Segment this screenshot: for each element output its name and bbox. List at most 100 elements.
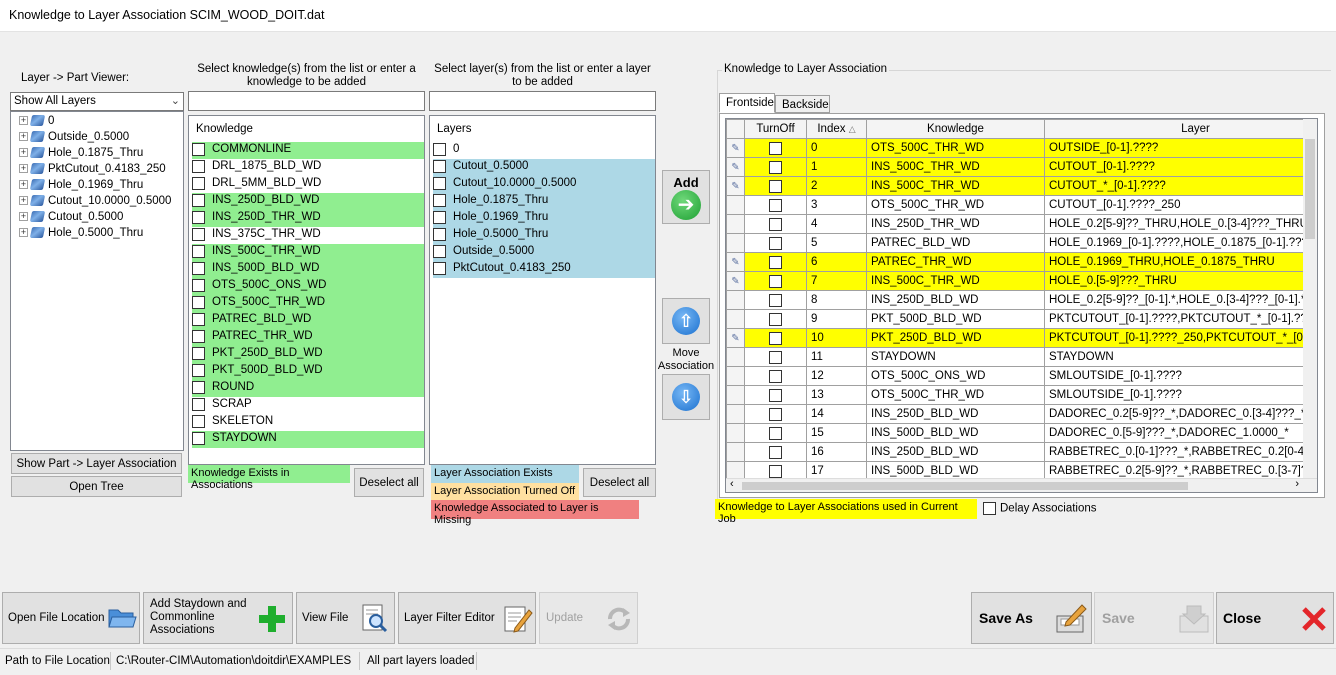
table-row[interactable]: 3 OTS_500C_THR_WD CUTOUT_[0-1].????_250 [726, 195, 1317, 215]
table-row[interactable]: 12 OTS_500C_ONS_WD SMLOUTSIDE_[0-1].???? [726, 366, 1317, 386]
list-item[interactable]: Hole_0.1875_Thru [433, 193, 655, 210]
turnoff-cell[interactable] [744, 252, 807, 272]
table-row[interactable]: 8 INS_250D_BLD_WD HOLE_0.2[5-9]??_[0-1].*,… [726, 290, 1317, 310]
table-row[interactable]: 5 PATREC_BLD_WD HOLE_0.1969_[0-1].????,HOL… [726, 233, 1317, 253]
list-item[interactable]: PKT_500D_BLD_WD [192, 363, 424, 380]
list-item[interactable]: OTS_500C_ONS_WD [192, 278, 424, 295]
item-checkbox[interactable] [433, 142, 446, 156]
list-item[interactable]: Outside_0.5000 [433, 244, 655, 261]
list-item[interactable]: PktCutout_0.4183_250 [433, 261, 655, 278]
turnoff-cell[interactable] [744, 404, 807, 424]
item-checkbox[interactable] [433, 159, 446, 173]
turnoff-checkbox[interactable] [769, 331, 782, 345]
list-item[interactable]: INS_250D_THR_WD [192, 210, 424, 227]
row-header[interactable] [726, 385, 745, 405]
deselect-layers-button[interactable]: Deselect all [583, 468, 656, 497]
item-checkbox[interactable] [192, 278, 205, 292]
table-row[interactable]: ✎ 2 INS_500C_THR_WD CUTOUT_*_[0-1].???? [726, 176, 1317, 196]
save-as-button[interactable]: Save As [971, 592, 1092, 644]
item-checkbox[interactable] [192, 380, 205, 394]
horizontal-scrollbar-thumb[interactable] [742, 482, 1188, 490]
table-row[interactable]: 13 OTS_500C_THR_WD SMLOUTSIDE_[0-1].???? [726, 385, 1317, 405]
expand-icon[interactable]: + [19, 164, 28, 174]
expand-icon[interactable]: + [19, 148, 28, 158]
turnoff-cell[interactable] [744, 366, 807, 386]
turnoff-checkbox[interactable] [769, 464, 782, 478]
list-item[interactable]: INS_500C_THR_WD [192, 244, 424, 261]
expand-icon[interactable]: + [19, 116, 28, 126]
row-header[interactable] [726, 442, 745, 462]
list-item[interactable]: INS_375C_THR_WD [192, 227, 324, 244]
turnoff-cell[interactable] [744, 233, 807, 253]
item-checkbox[interactable] [192, 176, 205, 190]
list-item[interactable]: Hole_0.1969_Thru [433, 210, 655, 227]
turnoff-checkbox[interactable] [769, 350, 782, 364]
tree-item[interactable]: + Cutout_10.0000_0.5000 [19, 195, 171, 211]
item-checkbox[interactable] [192, 159, 205, 173]
turnoff-cell[interactable] [744, 347, 807, 367]
layer-input[interactable] [429, 91, 656, 111]
turnoff-checkbox[interactable] [769, 255, 782, 269]
association-grid[interactable]: TurnOff Index △ Knowledge Layer ✎ 0 OTS_50… [725, 118, 1318, 493]
item-checkbox[interactable] [192, 312, 205, 326]
row-header[interactable]: ✎ [726, 176, 745, 196]
row-header[interactable] [726, 423, 745, 443]
item-checkbox[interactable] [433, 244, 446, 258]
row-header[interactable] [726, 214, 745, 234]
table-row[interactable]: 16 INS_250D_BLD_WD RABBETREC_0.[0-1]???_*,… [726, 442, 1317, 462]
list-item[interactable]: SCRAP [192, 397, 255, 414]
expand-icon[interactable]: + [19, 212, 28, 222]
tab-frontside[interactable]: Frontside [719, 93, 775, 113]
turnoff-checkbox[interactable] [769, 198, 782, 212]
item-checkbox[interactable] [192, 346, 205, 360]
tree-item[interactable]: + Hole_0.1875_Thru [19, 147, 143, 163]
row-header[interactable] [726, 404, 745, 424]
item-checkbox[interactable] [192, 210, 205, 224]
item-checkbox[interactable] [192, 397, 205, 411]
scroll-left-icon[interactable]: ‹ [730, 478, 734, 490]
list-item[interactable]: DRL_1875_BLD_WD [192, 159, 324, 176]
column-header-turnoff[interactable]: TurnOff [744, 119, 807, 139]
knowledge-input[interactable] [188, 91, 425, 111]
turnoff-cell[interactable] [744, 157, 807, 177]
item-checkbox[interactable] [433, 261, 446, 275]
table-row[interactable]: ✎ 6 PATREC_THR_WD HOLE_0.1969_THRU,HOLE_0.1… [726, 252, 1317, 272]
expand-icon[interactable]: + [19, 132, 28, 142]
turnoff-cell[interactable] [744, 442, 807, 462]
table-row[interactable]: 14 INS_250D_BLD_WD DADOREC_0.2[5-9]??_*,DA… [726, 404, 1317, 424]
turnoff-cell[interactable] [744, 195, 807, 215]
turnoff-checkbox[interactable] [769, 312, 782, 326]
item-checkbox[interactable] [192, 244, 205, 258]
view-file-button[interactable]: View File [296, 592, 395, 644]
row-header[interactable]: ✎ [726, 157, 745, 177]
tree-item[interactable]: + Hole_0.1969_Thru [19, 179, 143, 195]
list-item[interactable]: 0 [433, 142, 462, 159]
delay-checkbox-box[interactable] [983, 502, 996, 515]
column-header-index[interactable]: Index △ [806, 119, 867, 139]
row-header[interactable] [726, 290, 745, 310]
list-item[interactable]: Cutout_0.5000 [433, 159, 655, 176]
row-header[interactable] [726, 309, 745, 329]
list-item[interactable]: ROUND [192, 380, 424, 397]
table-row[interactable]: 9 PKT_500D_BLD_WD PKTCUTOUT_[0-1].????,PKT… [726, 309, 1317, 329]
list-item[interactable]: Hole_0.5000_Thru [433, 227, 655, 244]
item-checkbox[interactable] [192, 329, 205, 343]
list-item[interactable]: OTS_500C_THR_WD [192, 295, 424, 312]
turnoff-cell[interactable] [744, 423, 807, 443]
row-header[interactable]: ✎ [726, 271, 745, 291]
scroll-right-icon[interactable]: › [1295, 478, 1299, 490]
row-header[interactable] [726, 366, 745, 386]
list-item[interactable]: INS_250D_BLD_WD [192, 193, 424, 210]
turnoff-checkbox[interactable] [769, 179, 782, 193]
show-part-layer-association-button[interactable]: Show Part -> Layer Association [11, 453, 182, 474]
turnoff-cell[interactable] [744, 385, 807, 405]
turnoff-checkbox[interactable] [769, 160, 782, 174]
tree-item[interactable]: +0 [19, 115, 54, 131]
turnoff-cell[interactable] [744, 138, 807, 158]
list-item[interactable]: COMMONLINE [192, 142, 424, 159]
horizontal-scrollbar[interactable]: ‹ › [726, 478, 1317, 492]
turnoff-cell[interactable] [744, 309, 807, 329]
table-row[interactable]: 15 INS_500D_BLD_WD DADOREC_0.[5-9]???_*,DA… [726, 423, 1317, 443]
expand-icon[interactable]: + [19, 228, 28, 238]
row-header[interactable]: ✎ [726, 252, 745, 272]
